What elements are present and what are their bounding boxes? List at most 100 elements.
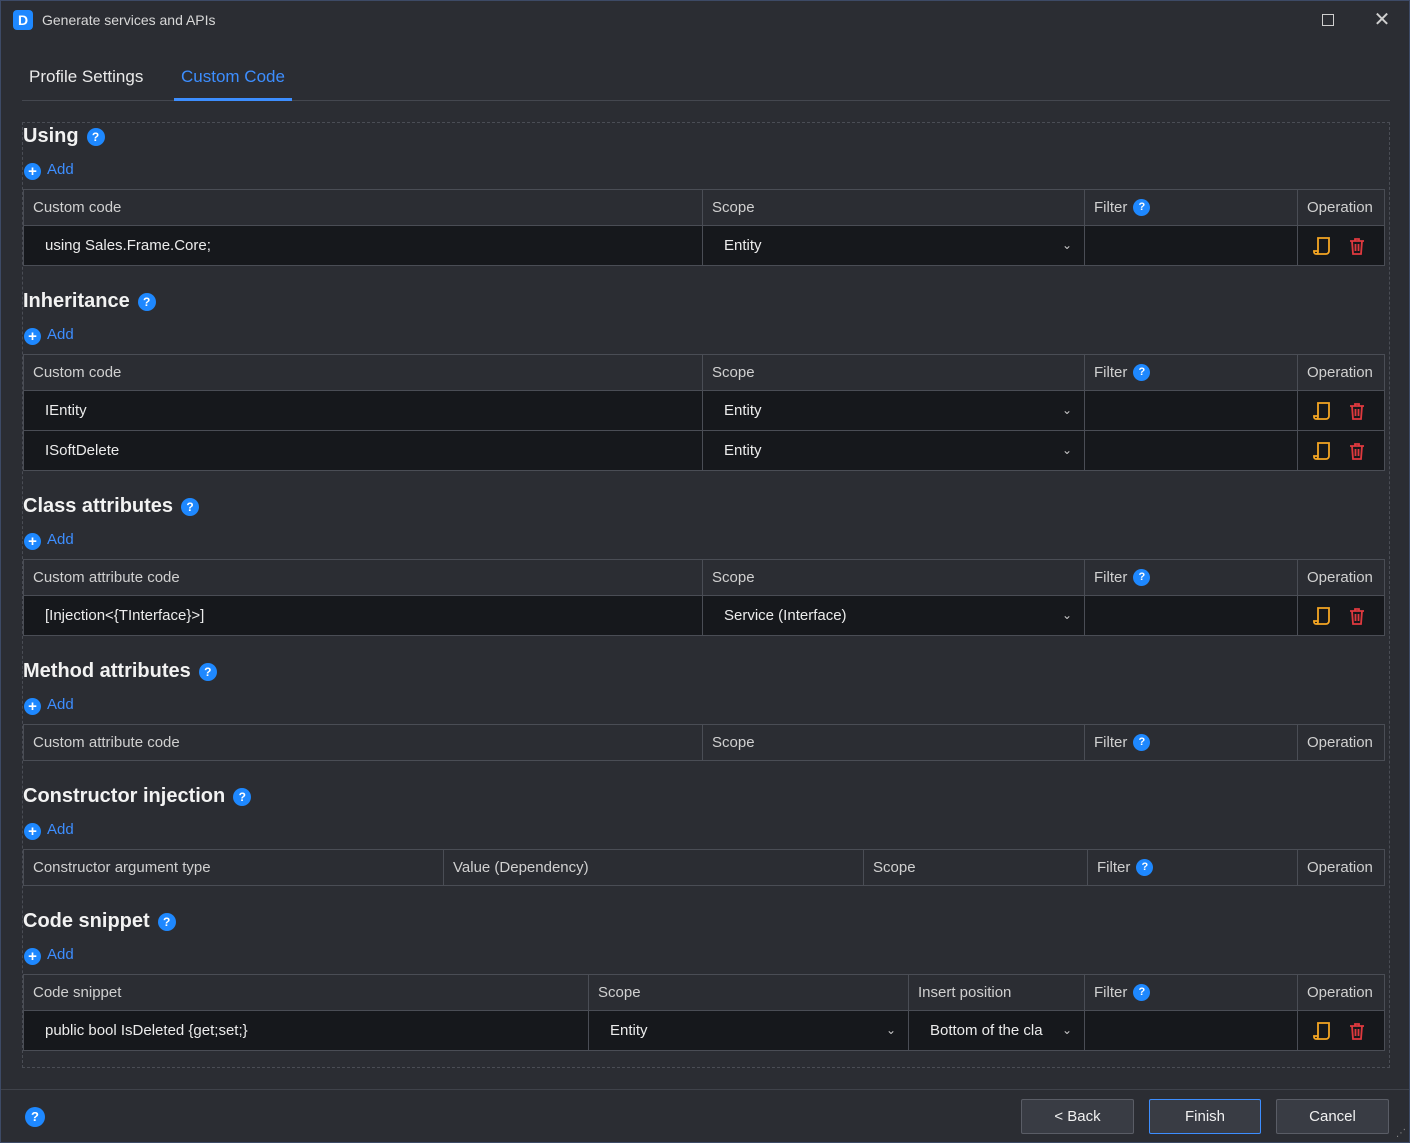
filter-cell[interactable] bbox=[1084, 595, 1298, 636]
delete-icon[interactable] bbox=[1347, 606, 1367, 626]
filter-cell[interactable] bbox=[1084, 430, 1298, 471]
delete-icon[interactable] bbox=[1347, 236, 1367, 256]
scope-dropdown[interactable]: Entity ⌄ bbox=[702, 390, 1085, 431]
add-inheritance-button[interactable]: + Add bbox=[24, 325, 74, 345]
delete-icon[interactable] bbox=[1347, 401, 1367, 421]
help-icon[interactable]: ? bbox=[233, 787, 252, 806]
table-header-row: Constructor argument type Value (Depende… bbox=[23, 849, 1385, 886]
code-snippet-table: Code snippet Scope Insert position Filte… bbox=[23, 974, 1385, 1051]
help-icon[interactable]: ? bbox=[1133, 734, 1151, 752]
plus-circle-icon: + bbox=[24, 328, 41, 345]
scope-value: Entity bbox=[724, 402, 762, 419]
filter-cell[interactable] bbox=[1084, 1010, 1298, 1051]
filter-header-label: Filter bbox=[1094, 983, 1128, 1001]
column-header: Scope bbox=[702, 724, 1085, 761]
help-icon[interactable]: ? bbox=[1133, 984, 1151, 1002]
tab-profile-settings[interactable]: Profile Settings bbox=[22, 67, 150, 101]
add-class-attribute-button[interactable]: + Add bbox=[24, 530, 74, 550]
scope-value: Entity bbox=[610, 1022, 648, 1039]
operation-cell bbox=[1297, 595, 1385, 636]
section-title-constructor-injection: Constructor injection? bbox=[23, 785, 252, 808]
column-header: Scope bbox=[702, 189, 1085, 226]
add-label: Add bbox=[47, 531, 74, 548]
cancel-button[interactable]: Cancel bbox=[1276, 1099, 1389, 1134]
custom-code-cell[interactable]: IEntity bbox=[23, 390, 703, 431]
help-icon[interactable]: ? bbox=[86, 127, 105, 146]
edit-script-icon[interactable] bbox=[1313, 401, 1333, 421]
help-icon[interactable]: ? bbox=[1136, 859, 1154, 877]
edit-script-icon[interactable] bbox=[1313, 441, 1333, 461]
scope-value: Service (Interface) bbox=[724, 607, 847, 624]
chevron-down-icon: ⌄ bbox=[1061, 608, 1072, 622]
help-icon[interactable]: ? bbox=[137, 292, 156, 311]
using-table: Custom code Scope Filter? Operation usin… bbox=[23, 189, 1385, 266]
custom-code-cell[interactable]: [Injection<{TInterface}>] bbox=[23, 595, 703, 636]
plus-circle-icon: + bbox=[24, 698, 41, 715]
plus-circle-icon: + bbox=[24, 163, 41, 180]
help-icon[interactable]: ? bbox=[1133, 569, 1151, 587]
table-row: using Sales.Frame.Core; Entity ⌄ bbox=[23, 225, 1385, 266]
table-row: IEntity Entity ⌄ bbox=[23, 390, 1385, 431]
back-button[interactable]: < Back bbox=[1021, 1099, 1134, 1134]
help-icon[interactable]: ? bbox=[157, 912, 176, 931]
scope-dropdown[interactable]: Entity ⌄ bbox=[588, 1010, 909, 1051]
finish-button[interactable]: Finish bbox=[1149, 1099, 1261, 1134]
help-icon[interactable]: ? bbox=[198, 662, 217, 681]
scope-dropdown[interactable]: Entity ⌄ bbox=[702, 430, 1085, 471]
help-icon[interactable]: ? bbox=[25, 1107, 45, 1127]
filter-cell[interactable] bbox=[1084, 390, 1298, 431]
add-method-attribute-button[interactable]: + Add bbox=[24, 695, 74, 715]
chevron-down-icon: ⌄ bbox=[1061, 443, 1072, 457]
column-header: Filter? bbox=[1084, 559, 1298, 596]
section-title-method-attributes: Method attributes? bbox=[23, 660, 217, 683]
delete-icon[interactable] bbox=[1347, 1021, 1367, 1041]
plus-circle-icon: + bbox=[24, 948, 41, 965]
plus-circle-icon: + bbox=[24, 823, 41, 840]
column-header: Operation bbox=[1297, 559, 1385, 596]
tab-custom-code[interactable]: Custom Code bbox=[174, 67, 292, 101]
constructor-injection-table: Constructor argument type Value (Depende… bbox=[23, 849, 1385, 886]
chevron-down-icon: ⌄ bbox=[1061, 238, 1072, 252]
section-title-text: Constructor injection bbox=[23, 785, 226, 807]
resize-grip-icon[interactable]: ⋰ bbox=[1396, 1128, 1406, 1139]
edit-script-icon[interactable] bbox=[1313, 606, 1333, 626]
scope-dropdown[interactable]: Entity ⌄ bbox=[702, 225, 1085, 266]
column-header: Filter? bbox=[1084, 974, 1298, 1011]
scope-dropdown[interactable]: Service (Interface) ⌄ bbox=[702, 595, 1085, 636]
table-row: public bool IsDeleted {get;set;} Entity ⌄… bbox=[23, 1010, 1385, 1051]
dialog-window: D Generate services and APIs ✕ Profile S… bbox=[0, 0, 1410, 1143]
chevron-down-icon: ⌄ bbox=[1061, 403, 1072, 417]
edit-script-icon[interactable] bbox=[1313, 1021, 1333, 1041]
close-button[interactable]: ✕ bbox=[1372, 10, 1392, 30]
maximize-icon bbox=[1322, 14, 1334, 26]
column-header: Operation bbox=[1297, 724, 1385, 761]
help-icon[interactable]: ? bbox=[181, 497, 200, 516]
chevron-down-icon: ⌄ bbox=[1061, 1023, 1072, 1037]
add-code-snippet-button[interactable]: + Add bbox=[24, 945, 74, 965]
code-snippet-cell[interactable]: public bool IsDeleted {get;set;} bbox=[23, 1010, 589, 1051]
add-using-button[interactable]: + Add bbox=[24, 160, 74, 180]
delete-icon[interactable] bbox=[1347, 441, 1367, 461]
maximize-button[interactable] bbox=[1318, 10, 1338, 30]
add-constructor-injection-button[interactable]: + Add bbox=[24, 820, 74, 840]
section-title-text: Inheritance bbox=[23, 290, 130, 312]
edit-script-icon[interactable] bbox=[1313, 236, 1333, 256]
column-header: Scope bbox=[588, 974, 909, 1011]
section-title-text: Class attributes bbox=[23, 495, 174, 517]
chevron-down-icon: ⌄ bbox=[885, 1023, 896, 1037]
section-title-code-snippet: Code snippet? bbox=[23, 910, 176, 933]
method-attributes-table: Custom attribute code Scope Filter? Oper… bbox=[23, 724, 1385, 761]
plus-circle-icon: + bbox=[24, 533, 41, 550]
custom-code-cell[interactable]: ISoftDelete bbox=[23, 430, 703, 471]
help-icon[interactable]: ? bbox=[1133, 364, 1151, 382]
filter-header-label: Filter bbox=[1094, 363, 1128, 381]
filter-cell[interactable] bbox=[1084, 225, 1298, 266]
help-icon[interactable]: ? bbox=[1133, 199, 1151, 217]
title-bar: D Generate services and APIs ✕ bbox=[1, 1, 1409, 39]
custom-code-cell[interactable]: using Sales.Frame.Core; bbox=[23, 225, 703, 266]
insert-position-dropdown[interactable]: Bottom of the cla ⌄ bbox=[908, 1010, 1085, 1051]
section-title-text: Method attributes bbox=[23, 660, 191, 682]
scope-value: Entity bbox=[724, 442, 762, 459]
app-logo-icon: D bbox=[13, 10, 33, 30]
add-label: Add bbox=[47, 326, 74, 343]
